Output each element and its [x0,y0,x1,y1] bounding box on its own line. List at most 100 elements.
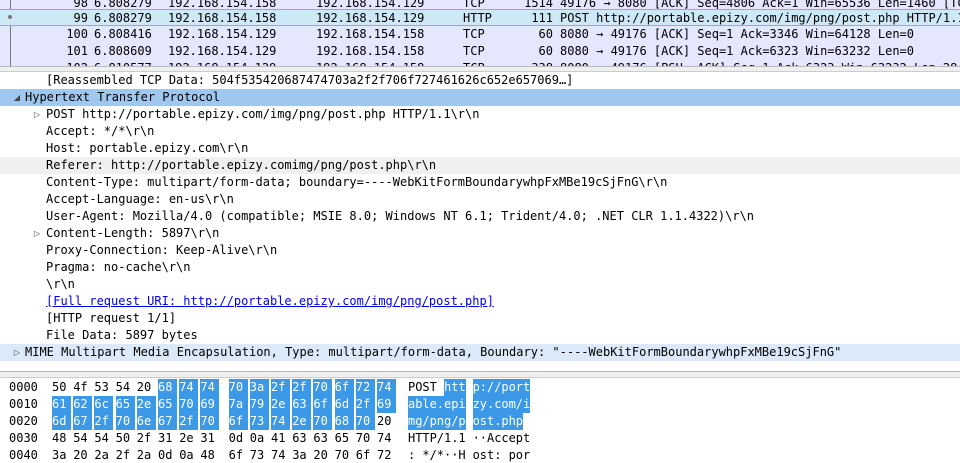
hex-byte[interactable]: 70 [179,396,199,413]
hex-byte[interactable]: 6f [229,447,248,463]
hex-byte[interactable]: 50 [116,430,135,447]
ascii-char[interactable]: p [515,413,523,430]
tree-item[interactable]: \r\n [0,276,960,293]
hex-row[interactable]: 0030 48 54 54 50 2f 31 2e 31 0d 0a 41 63 63 65 70 74 H T T P… [0,430,960,447]
hex-byte[interactable]: 74 [200,379,220,396]
ascii-char[interactable] [501,447,508,463]
hex-byte[interactable]: 0a [179,447,198,463]
hex-byte[interactable]: 67 [73,413,93,430]
hex-byte[interactable]: 6e [136,413,156,430]
hex-byte[interactable]: 31 [158,430,177,447]
ascii-char[interactable]: T [415,430,422,447]
ascii-char[interactable]: s [480,447,487,463]
hex-byte[interactable]: 54 [73,430,92,447]
expanded-triangle-icon[interactable]: ◢ [12,89,22,106]
ascii-char[interactable]: P [430,430,437,447]
hex-byte[interactable]: 62 [73,396,93,413]
ascii-char[interactable]: p [429,413,437,430]
hex-byte[interactable]: 2a [137,447,156,463]
hex-byte[interactable]: 3a [292,447,311,463]
ascii-char[interactable]: p [501,379,509,396]
ascii-char[interactable]: p [516,430,523,447]
tree-item[interactable]: Accept-Language: en-us\r\n [0,191,960,208]
hex-byte[interactable]: 65 [115,396,135,413]
ascii-char[interactable]: · [451,447,458,463]
hex-byte[interactable]: 2e [271,396,290,413]
ascii-char[interactable]: z [472,396,480,413]
hex-byte[interactable]: 63 [313,430,332,447]
hex-byte[interactable]: 6f [313,396,333,413]
hex-byte[interactable]: 31 [200,430,219,447]
hex-byte[interactable]: 68 [158,379,177,396]
ascii-char[interactable]: a [408,396,415,413]
hex-byte[interactable]: 2f [355,396,375,413]
hex-byte[interactable]: 61 [52,396,71,413]
hex-byte[interactable]: 6f [356,447,375,463]
tree-item[interactable]: [HTTP request 1/1] [0,310,960,327]
ascii-char[interactable]: S [422,379,429,396]
tree-item[interactable]: Pragma: no-cache\r\n [0,259,960,276]
ascii-char[interactable]: . [436,396,444,413]
ascii-char[interactable]: m [408,413,415,430]
ascii-char[interactable]: r [523,447,530,463]
ascii-char[interactable]: / [494,379,501,396]
hex-byte[interactable]: 2a [94,447,113,463]
hex-byte[interactable]: 65 [158,396,177,413]
hex-byte[interactable]: 74 [179,379,199,396]
ascii-char[interactable]: c [501,430,508,447]
hex-byte[interactable]: 69 [377,396,396,413]
ascii-char[interactable]: . [494,413,501,430]
hex-byte[interactable]: 53 [94,379,113,396]
ascii-char[interactable]: H [408,430,415,447]
hex-byte[interactable]: 48 [52,430,71,447]
hex-byte[interactable]: 79 [249,396,269,413]
tree-item[interactable]: Proxy-Connection: Keep-Alive\r\n [0,242,960,259]
ascii-char[interactable]: o [508,379,516,396]
hex-byte[interactable]: 74 [271,447,290,463]
hex-row[interactable]: 0010 61 62 6c 65 2e 65 70 69 7a 79 2e 63 6f 6d 2f 69 a b l e… [0,396,960,413]
ascii-char[interactable]: O [415,379,422,396]
hex-byte[interactable]: 50 [52,379,71,396]
tree-item[interactable]: [Reassembled TCP Data: 504f5354206874747… [0,72,960,89]
hex-byte[interactable]: 70 [115,413,135,430]
ascii-char[interactable]: c [494,430,501,447]
hex-byte[interactable]: 2e [136,396,156,413]
hex-byte[interactable]: 48 [200,447,219,463]
ascii-char[interactable]: / [451,413,458,430]
hex-byte[interactable]: 0a [250,430,269,447]
ascii-char[interactable]: c [494,396,501,413]
hex-byte[interactable]: 3a [249,379,269,396]
ascii-char[interactable]: · [473,430,480,447]
hex-byte[interactable]: 6d [52,413,71,430]
tree-item[interactable]: ▷ POST http://portable.epizy.com/img/png/… [0,106,960,123]
tree-item[interactable]: User-Agent: Mozilla/4.0 (compatible; MSI… [0,208,960,225]
ascii-char[interactable]: h [444,379,451,396]
hex-byte[interactable]: 70 [313,413,333,430]
ascii-char[interactable]: : [479,379,487,396]
tree-item[interactable]: Accept: */*\r\n [0,123,960,140]
hex-byte[interactable]: 54 [94,430,113,447]
ascii-char[interactable]: A [487,430,494,447]
ascii-char[interactable]: p [501,413,509,430]
ascii-char[interactable]: l [422,396,430,413]
hex-byte[interactable]: 63 [292,396,312,413]
tree-item[interactable]: Host: portable.epizy.com\r\n [0,140,960,157]
ascii-char[interactable]: g [444,413,451,430]
hex-byte[interactable]: 67 [158,413,177,430]
ascii-char[interactable]: / [422,413,430,430]
hex-byte[interactable]: 6c [94,396,114,413]
collapsed-triangle-icon[interactable]: ▷ [32,106,42,123]
ascii-char[interactable]: p [458,413,466,430]
ascii-char[interactable] [437,379,444,396]
hex-byte[interactable]: 2e [292,413,312,430]
hex-byte[interactable]: 73 [250,447,269,463]
hex-row[interactable]: 0000 50 4f 53 54 20 68 74 74 70 3a 2f 2f 70 6f 72 74 P O S T… [0,379,960,396]
ascii-char[interactable]: . [487,396,494,413]
ascii-char[interactable]: n [436,413,444,430]
hex-byte[interactable]: 74 [271,413,290,430]
ascii-char[interactable]: P [408,379,415,396]
collapsed-triangle-icon[interactable]: ▷ [12,344,22,361]
packet-row[interactable]: 100 6.808416 192.168.154.129 192.168.154.15… [0,26,960,43]
ascii-char[interactable]: : [494,447,501,463]
hex-byte[interactable]: 65 [335,430,354,447]
